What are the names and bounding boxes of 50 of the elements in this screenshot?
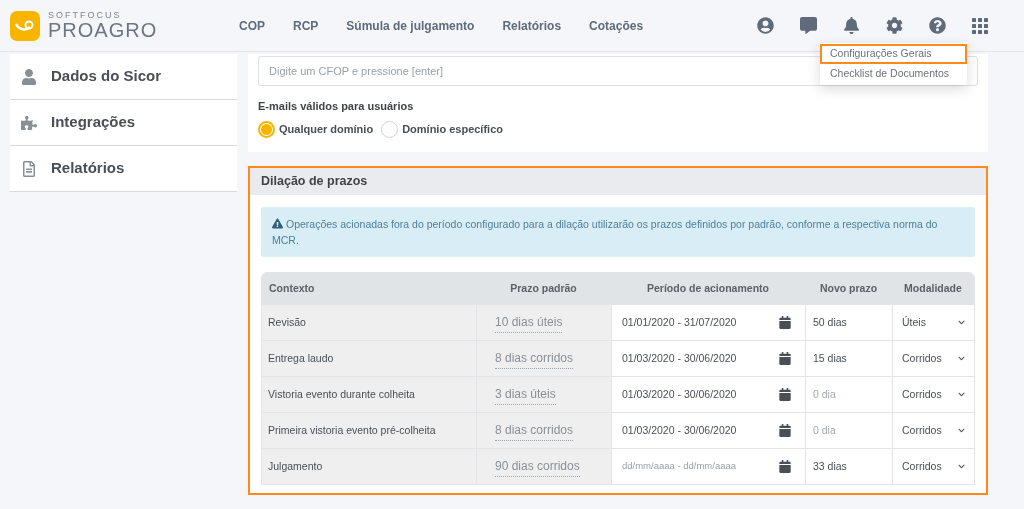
default-term: 10 dias úteis — [495, 312, 563, 333]
user-icon[interactable] — [757, 17, 774, 34]
info-alert: Operações acionadas fora do período configurado para a dilação utilizarão os prazos definidos por padrão, conforme a respectiva norma do MCR. — [261, 207, 975, 257]
table-cell: Revisão — [262, 305, 476, 340]
bell-icon[interactable] — [843, 17, 860, 34]
chevron-down-icon — [958, 391, 965, 398]
settings-icon[interactable] — [886, 17, 903, 34]
radio-option[interactable]: Qualquer domínio — [258, 120, 374, 138]
sidebar-item[interactable]: Integrações — [10, 100, 237, 146]
chevron-down-icon — [958, 355, 965, 362]
emails-label: E-mails válidos para usuários — [258, 99, 415, 114]
calendar-icon[interactable] — [779, 388, 791, 401]
warning-icon — [272, 218, 283, 229]
apps-grid-icon[interactable] — [972, 17, 988, 34]
table-cell: Primeira vistoria evento pré-colheita — [262, 413, 476, 448]
menu-item[interactable]: Checklist de Documentos — [820, 64, 967, 84]
logo-title: PROAGRO — [48, 20, 158, 40]
default-term: 90 dias corridos — [495, 456, 580, 477]
table-header: Contexto Prazo padrão Período de acionamento Novo prazo Modalidade — [262, 273, 974, 304]
card-header: Dilação de prazos — [250, 168, 986, 195]
table-cell: Julgamento — [262, 449, 476, 484]
puzzle-icon — [21, 114, 37, 131]
nav-link[interactable]: Relatórios — [502, 16, 562, 35]
nav-link[interactable]: RCP — [293, 16, 319, 35]
calendar-icon[interactable] — [779, 316, 791, 329]
chevron-down-icon — [958, 319, 965, 326]
nav-link[interactable]: Cotações — [589, 16, 644, 35]
logo-subtitle: SOFTFOCUS — [48, 11, 123, 20]
help-icon[interactable] — [929, 17, 946, 34]
default-term: 3 dias úteis — [495, 384, 556, 405]
chat-icon[interactable] — [800, 17, 817, 34]
sidebar-item[interactable]: Relatórios — [10, 146, 237, 192]
calendar-icon[interactable] — [779, 460, 791, 473]
chevron-down-icon — [958, 427, 965, 434]
menu-item[interactable]: Configurações Gerais — [820, 44, 967, 64]
radio-option[interactable]: Domínio específico — [381, 120, 503, 138]
radio-button[interactable] — [258, 120, 275, 138]
calendar-icon[interactable] — [779, 352, 791, 365]
default-term: 8 dias corridos — [495, 420, 574, 441]
default-term: 8 dias corridos — [495, 348, 574, 369]
document-icon — [21, 160, 37, 177]
person-icon — [21, 68, 37, 85]
logo-icon — [10, 10, 40, 41]
calendar-icon[interactable] — [779, 424, 791, 437]
sidebar-item[interactable]: Dados do Sicor — [10, 54, 237, 100]
chevron-down-icon — [958, 463, 965, 470]
nav-link[interactable]: Súmula de julgamento — [346, 16, 475, 35]
table-cell: Vistoria evento durante colheita — [262, 377, 476, 412]
table-cell: Entrega laudo — [262, 341, 476, 376]
nav-link[interactable]: COP — [239, 16, 265, 35]
